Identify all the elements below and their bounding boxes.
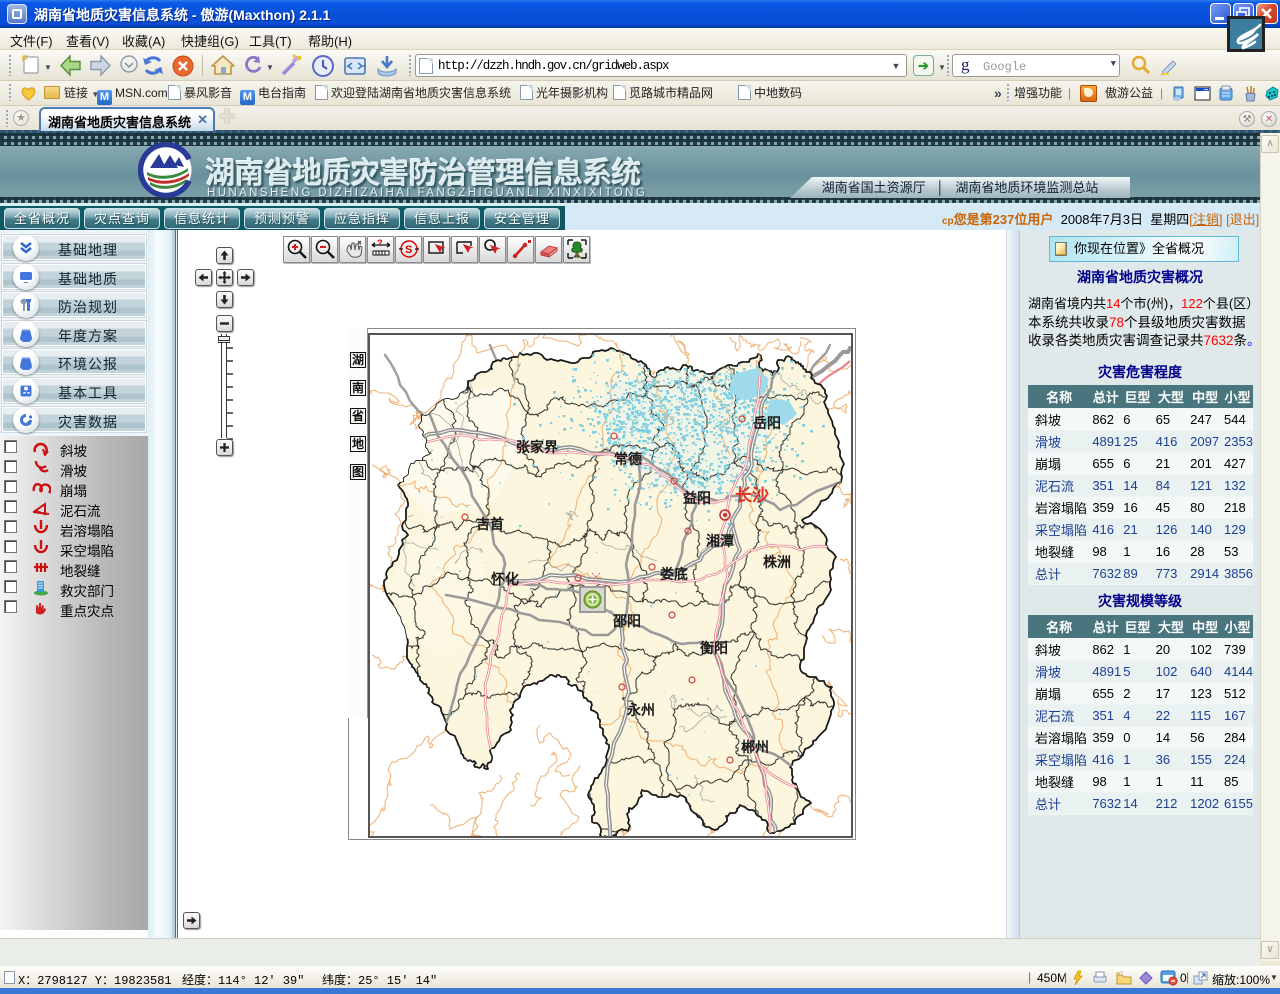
svg-text:衡阳: 衡阳 (700, 640, 728, 656)
svg-text:娄底: 娄底 (660, 566, 688, 582)
svg-text:郴州: 郴州 (741, 739, 769, 755)
svg-text:张家界: 张家界 (516, 439, 559, 455)
svg-text:湘潭: 湘潭 (706, 533, 734, 549)
svg-text:永州: 永州 (626, 702, 655, 718)
svg-text:邵阳: 邵阳 (612, 613, 641, 629)
svg-text:岳阳: 岳阳 (753, 415, 781, 431)
svg-text:怀化: 怀化 (491, 571, 519, 587)
svg-text:S: S (405, 244, 412, 256)
svg-text:株洲: 株洲 (763, 554, 791, 570)
svg-text:长沙: 长沙 (735, 485, 769, 505)
svg-text:吉首: 吉首 (476, 516, 504, 532)
svg-text:益阳: 益阳 (683, 490, 711, 506)
svg-text:常德: 常德 (614, 451, 642, 467)
svg-text:?: ? (377, 238, 383, 248)
